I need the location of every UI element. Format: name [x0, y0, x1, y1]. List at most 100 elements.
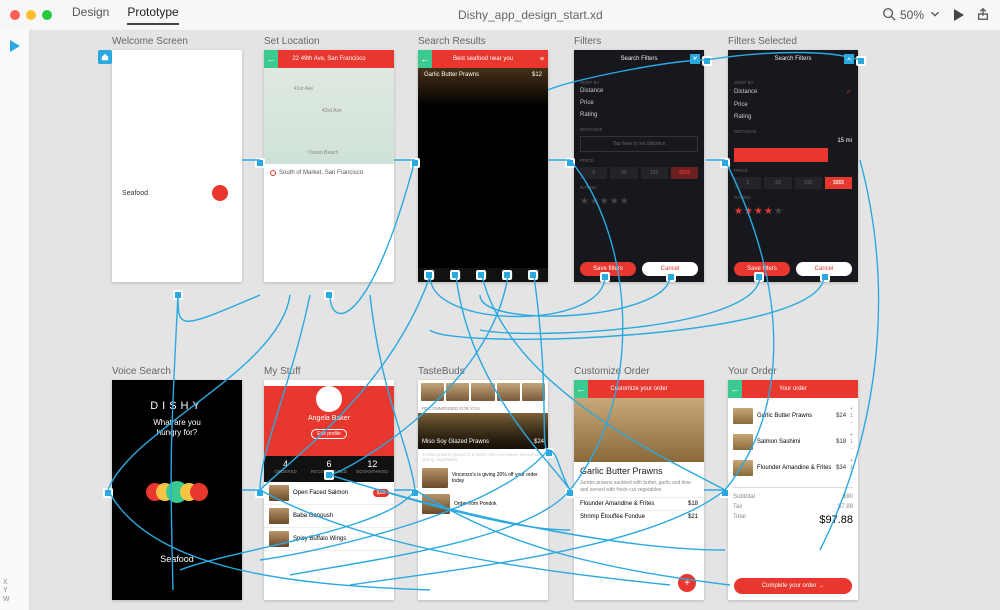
wire-handle[interactable] — [324, 470, 334, 480]
wire-handle[interactable] — [528, 270, 538, 280]
artboard-label[interactable]: Search Results — [418, 36, 486, 47]
record-button[interactable] — [212, 185, 228, 201]
artboard-label[interactable]: Customize Order — [574, 366, 650, 377]
addon-item[interactable]: Flounder Amandine & Frites$18 — [574, 497, 704, 510]
artboard-tastebuds[interactable]: RECOMMENDED FOR YOU Miso Soy Glazed Praw… — [418, 380, 548, 600]
wire-handle[interactable] — [754, 272, 764, 282]
wire-handle[interactable] — [600, 272, 610, 282]
play-button[interactable] — [954, 9, 964, 21]
artboard-label[interactable]: TasteBuds — [418, 366, 465, 377]
filter-option[interactable]: Rating — [734, 111, 852, 123]
close-icon[interactable]: ✕ — [690, 54, 700, 64]
artboard-order[interactable]: ← Your order Garlic Butter Prawns$24+1− … — [728, 380, 858, 600]
filter-option[interactable]: Distance✓ — [734, 85, 852, 99]
thumbnail-strip[interactable] — [418, 380, 548, 404]
wire-handle[interactable] — [565, 158, 575, 168]
quantity-stepper[interactable]: +1− — [850, 406, 853, 426]
artboard-customize[interactable]: ← Customize your order Garlic Butter Pra… — [574, 380, 704, 600]
distance-input[interactable]: Tap here to set distance — [580, 136, 698, 152]
stat[interactable]: 4ORDERED — [264, 456, 307, 482]
back-button[interactable]: ← — [264, 50, 278, 68]
artboard-filters[interactable]: Search Filters ✕ SORT BY Distance Price … — [574, 50, 704, 282]
tab-design[interactable]: Design — [72, 5, 109, 25]
wire-handle[interactable] — [103, 488, 113, 498]
wire-handle[interactable] — [702, 56, 712, 66]
list-item[interactable]: Spicy Buffalo Wings — [264, 528, 394, 551]
artboard-results[interactable]: ← Best seafood near you ≡ Garlic Butter … — [418, 50, 548, 282]
wire-handle[interactable] — [856, 56, 866, 66]
price-option[interactable]: $$ — [610, 167, 637, 179]
maximize-window-icon[interactable] — [42, 10, 52, 20]
back-button[interactable]: ← — [574, 380, 588, 398]
wire-handle[interactable] — [720, 158, 730, 168]
list-item[interactable]: Order from Pondok — [418, 491, 548, 517]
share-icon[interactable] — [976, 7, 990, 24]
wire-handle[interactable] — [173, 290, 183, 300]
avatar[interactable] — [316, 386, 342, 412]
rating-stars[interactable]: ★★★★★ — [734, 206, 852, 217]
quantity-stepper[interactable]: +1− — [850, 432, 853, 452]
wire-handle[interactable] — [476, 270, 486, 280]
price-option[interactable]: $$ — [764, 177, 791, 189]
prototype-canvas[interactable]: Welcome Screen Seafood Set Location ← 22… — [30, 30, 1000, 610]
filter-option[interactable]: Rating — [580, 109, 698, 121]
chevron-down-icon[interactable] — [928, 7, 942, 24]
zoom-control[interactable]: 50% — [882, 7, 942, 24]
location-result[interactable]: South of Market, San Francisco — [264, 164, 394, 182]
price-option[interactable]: $$$ — [641, 167, 668, 179]
stat[interactable]: 12BOOKMARKED — [351, 456, 394, 482]
artboard-voice[interactable]: DISHY What are you hungry for? Seafood — [112, 380, 242, 600]
price-option[interactable]: $$$ — [795, 177, 822, 189]
wire-handle[interactable] — [544, 448, 554, 458]
wire-handle[interactable] — [820, 272, 830, 282]
home-artboard-icon[interactable] — [98, 50, 112, 64]
addon-item[interactable]: Shrimp Étouffée Fondue$21 — [574, 510, 704, 523]
list-item[interactable]: Vincenzo's is giving 20% off your order … — [418, 465, 548, 491]
close-window-icon[interactable] — [10, 10, 20, 20]
list-item[interactable]: Baba Ganoush — [264, 505, 394, 528]
map-view[interactable]: 41st Ave 43rd Ave Ocean Beach — [264, 68, 394, 164]
filter-option[interactable]: Price — [734, 99, 852, 111]
artboard-label[interactable]: My Stuff — [264, 366, 301, 377]
tab-prototype[interactable]: Prototype — [127, 5, 178, 25]
distance-slider[interactable] — [734, 148, 828, 162]
order-item[interactable]: Garlic Butter Prawns$24+1− — [733, 403, 853, 429]
close-icon[interactable]: ✕ — [844, 54, 854, 64]
order-item[interactable]: Flounder Amandine & Frites$34+1− — [733, 455, 853, 481]
wire-handle[interactable] — [502, 270, 512, 280]
wire-handle[interactable] — [424, 270, 434, 280]
artboard-label[interactable]: Filters Selected — [728, 36, 797, 47]
featured-dish[interactable]: Miso Soy Glazed Prawns $24 — [418, 413, 548, 449]
price-option[interactable]: $ — [580, 167, 607, 179]
artboard-welcome[interactable]: Seafood — [112, 50, 242, 282]
artboard-label[interactable]: Welcome Screen — [112, 36, 188, 47]
wire-handle[interactable] — [720, 488, 730, 498]
result-item[interactable]: Garlic Butter Prawns $12 — [418, 68, 548, 106]
window-controls[interactable] — [10, 10, 52, 20]
artboard-filters-selected[interactable]: Search Filters ✕ SORT BY Distance✓ Price… — [728, 50, 858, 282]
artboard-label[interactable]: Filters — [574, 36, 601, 47]
filter-option[interactable]: Distance — [580, 85, 698, 97]
price-option[interactable]: $$$$ — [671, 167, 698, 179]
add-button[interactable]: + — [678, 574, 696, 592]
price-option[interactable]: $ — [734, 177, 761, 189]
wire-handle[interactable] — [666, 272, 676, 282]
artboard-label[interactable]: Set Location — [264, 36, 320, 47]
minimize-window-icon[interactable] — [26, 10, 36, 20]
filter-option[interactable]: Price — [580, 97, 698, 109]
back-button[interactable]: ← — [728, 380, 742, 398]
artboard-label[interactable]: Voice Search — [112, 366, 171, 377]
wire-handle[interactable] — [410, 158, 420, 168]
artboard-location[interactable]: ← 22 49th Ave, San Francisco 41st Ave 43… — [264, 50, 394, 282]
wire-handle[interactable] — [324, 290, 334, 300]
artboard-label[interactable]: Your Order — [728, 366, 777, 377]
rating-stars[interactable]: ★★★★★ — [580, 196, 698, 207]
wire-handle[interactable] — [450, 270, 460, 280]
wire-handle[interactable] — [255, 158, 265, 168]
wire-handle[interactable] — [410, 488, 420, 498]
back-button[interactable]: ← — [418, 50, 432, 68]
filter-icon[interactable]: ≡ — [540, 56, 544, 63]
list-item[interactable]: Open Faced Salmon$18 — [264, 482, 394, 505]
edit-profile-button[interactable]: Edit profile — [311, 429, 347, 439]
complete-order-button[interactable]: Complete your order → — [734, 578, 852, 594]
